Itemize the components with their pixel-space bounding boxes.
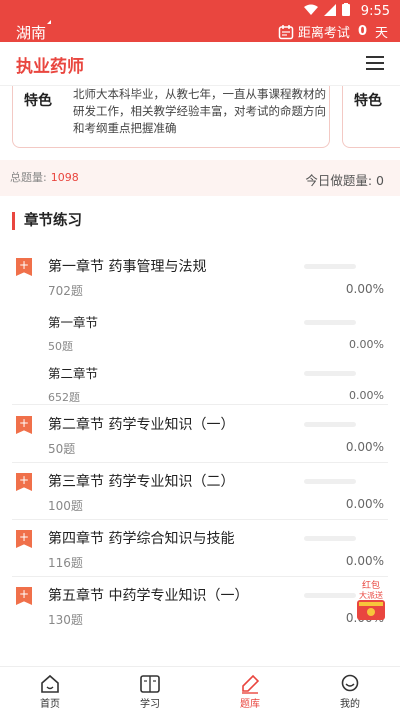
tab-label: 首页 [40,699,60,710]
status-bar: 湖南 9:55 距离考试 0 天 [0,0,400,42]
chapter-name: 第五章节 中药学专业知识（一） [48,588,249,604]
system-icons [304,3,350,16]
bottom-tab-bar: 首页 学习 题库 我的 [0,666,400,712]
chapter-count: 702题 [48,284,83,298]
svg-text:红包: 红包 [362,579,380,591]
app-screen: 湖南 9:55 距离考试 0 天 执业药师 特色 北师大本科毕业，从教七年，一直… [0,0,400,712]
stats-bar: 总题量: 1098 今日做题量: 0 [0,160,400,196]
chapter-item[interactable]: + 第二章节 药学专业知识（一） 50题 0.00% [0,412,400,468]
chapter-item[interactable]: + 第五章节 中药学专业知识（一） 130题 0.00% [0,583,400,639]
subchapter-item[interactable]: 第二章节 652题 0.00% [0,361,400,417]
exam-countdown[interactable]: 距离考试 0 天 [278,22,388,41]
teacher-description: 北师大本科毕业，从教七年，一直从事课程教材的研发工作，相关教学经验丰富，对考试的… [73,87,326,135]
section-title: 章节练习 [12,212,82,230]
chapter-count: 50题 [48,442,76,456]
progress-bar [304,371,356,376]
chapter-name: 第一章节 药事管理与法规 [48,259,207,275]
chapter-percent: 0.00% [345,282,384,296]
chapter-percent: 0.00% [349,338,384,351]
progress-bar [304,536,356,541]
wifi-icon [304,4,318,15]
expand-icon[interactable]: + [16,258,32,276]
divider [12,576,388,577]
chapter-name: 第二章节 [48,366,99,381]
teacher-carousel[interactable]: 特色 北师大本科毕业，从教七年，一直从事课程教材的研发工作，相关教学经验丰富，对… [0,86,400,160]
tab-mine[interactable]: 我的 [300,667,400,712]
progress-bar [304,422,356,427]
feature-label: 特色 [24,93,52,109]
chapter-percent: 0.00% [345,554,384,568]
signal-icon [324,3,336,16]
chapter-percent: 0.00% [349,389,384,402]
progress-bar [304,479,356,484]
divider [12,462,388,463]
teacher-card-next[interactable]: 特色 [342,86,400,148]
chapter-item[interactable]: + 第三章节 药学专业知识（二） 100题 0.00% [0,469,400,525]
calendar-icon [278,24,294,39]
chapter-name: 第一章节 [48,315,99,330]
progress-bar [304,320,356,325]
clock: 9:55 [360,4,390,19]
exam-label: 距离考试 [297,26,350,41]
region-selector[interactable]: 湖南 [16,22,46,43]
tab-question-bank[interactable]: 题库 [200,667,300,712]
chapter-count: 652题 [48,391,80,404]
total-questions: 总题量: 1098 [10,171,79,184]
menu-icon[interactable] [366,56,384,70]
tab-label: 题库 [240,699,260,710]
total-questions-value: 1098 [50,171,79,184]
pencil-icon [242,674,260,694]
teacher-card[interactable]: 特色 北师大本科毕业，从教七年，一直从事课程教材的研发工作，相关教学经验丰富，对… [12,86,330,148]
today-count: 今日做题量: 0 [305,173,384,188]
expand-icon[interactable]: + [16,587,32,605]
chapter-percent: 0.00% [345,440,384,454]
chapter-count: 130题 [48,613,83,627]
subchapter-item[interactable]: 第一章节 50题 0.00% [0,310,400,366]
expand-icon[interactable]: + [16,416,32,434]
tab-label: 学习 [140,699,160,710]
chapter-count: 50题 [48,340,73,353]
tab-home[interactable]: 首页 [0,667,100,712]
gift-icon: 红包 大派送 [357,579,385,620]
chapter-item[interactable]: + 第一章节 药事管理与法规 702题 0.00% [0,254,400,310]
feature-label-next: 特色 [354,93,382,109]
svg-text:大派送: 大派送 [359,590,383,600]
region-dropdown-icon [47,20,51,24]
chapter-name: 第三章节 药学专业知识（二） [48,474,235,490]
page-title: 执业药师 [16,57,84,77]
progress-bar [304,593,356,598]
battery-icon [342,3,350,16]
book-icon [140,675,160,693]
chapter-percent: 0.00% [345,497,384,511]
chapter-count: 100题 [48,499,83,513]
expand-icon[interactable]: + [16,473,32,491]
profile-icon [341,674,359,692]
chapter-item[interactable]: + 第四章节 药学综合知识与技能 116题 0.00% [0,526,400,582]
tab-study[interactable]: 学习 [100,667,200,712]
exam-unit: 天 [374,26,388,41]
exam-days: 0 [357,24,367,39]
chapter-name: 第四章节 药学综合知识与技能 [48,531,235,547]
chapter-count: 116题 [48,556,83,570]
divider [12,519,388,520]
app-header: 执业药师 [0,42,400,86]
chapter-name: 第二章节 药学专业知识（一） [48,417,235,433]
home-icon [41,674,59,693]
tab-label: 我的 [340,699,360,710]
red-packet-promo[interactable]: 红包 大派送 [354,578,388,622]
expand-icon[interactable]: + [16,530,32,548]
divider [12,404,388,405]
progress-bar [304,264,356,269]
